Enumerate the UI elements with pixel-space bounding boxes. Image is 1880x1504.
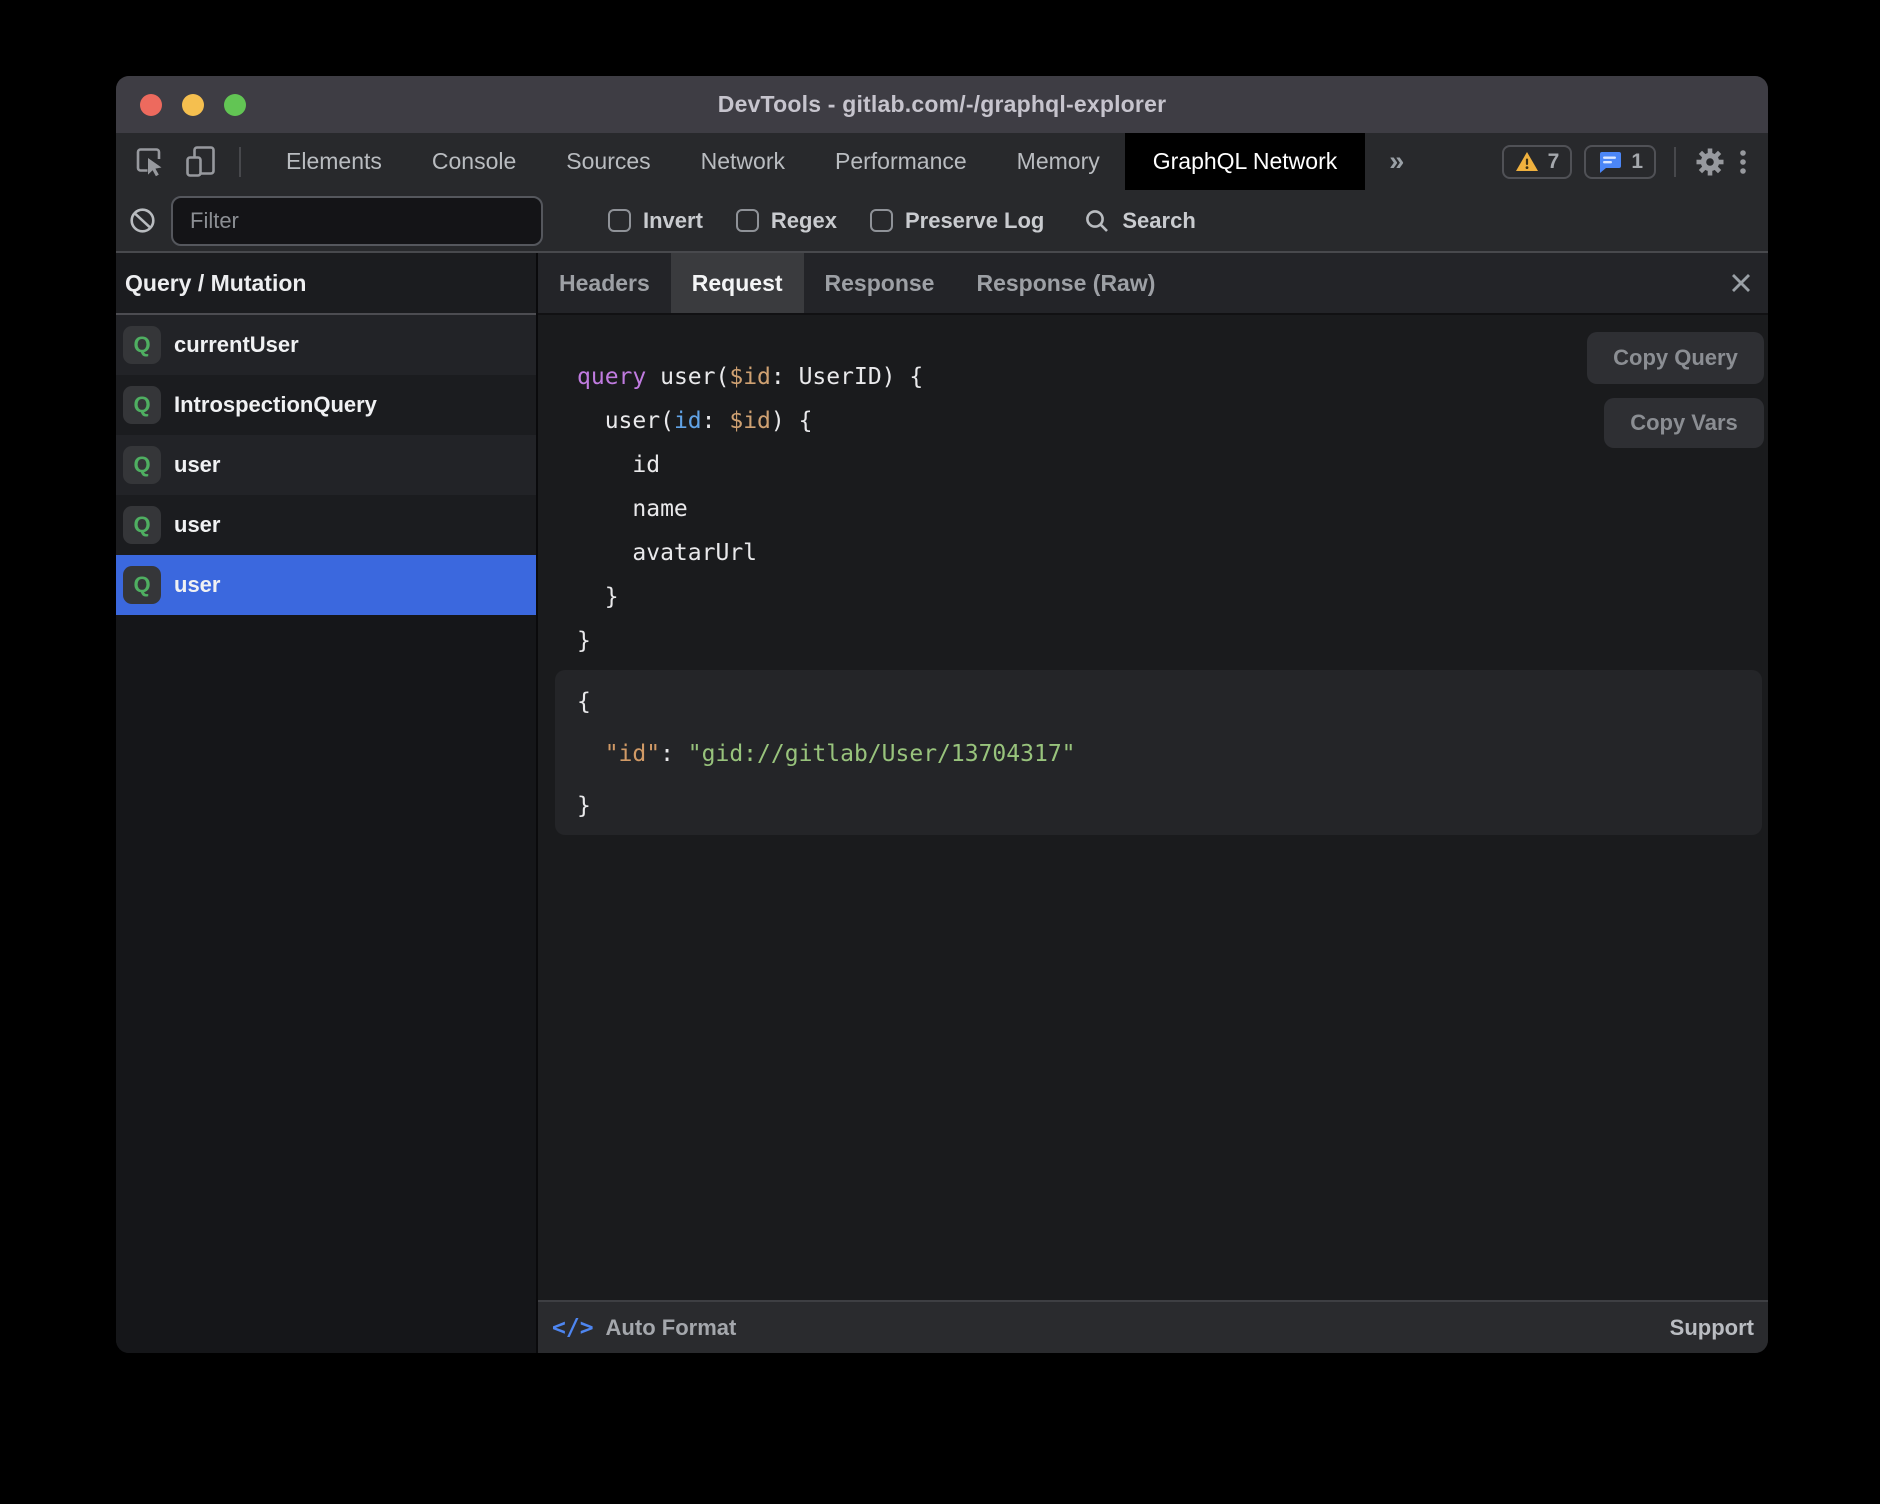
query-type-badge: Q — [123, 566, 161, 604]
issues-badge[interactable]: 1 — [1584, 145, 1656, 179]
code-line: query user($id: UserID) { — [577, 355, 923, 399]
query-name-label: IntrospectionQuery — [174, 392, 377, 418]
settings-gear-icon[interactable] — [1694, 146, 1726, 178]
issues-count: 1 — [1631, 150, 1643, 174]
copy-query-button[interactable]: Copy Query — [1587, 332, 1764, 384]
close-panel-button[interactable] — [1728, 253, 1754, 313]
search-toggle[interactable]: Search — [1084, 208, 1195, 234]
query-list-item[interactable]: Q IntrospectionQuery — [116, 375, 536, 435]
graphql-query-code: query user($id: UserID) { user(id: $id) … — [577, 355, 923, 663]
auto-format-button[interactable]: </> Auto Format — [552, 1315, 736, 1341]
title-bar: DevTools - gitlab.com/-/graphql-explorer — [116, 76, 1768, 133]
close-window-button[interactable] — [140, 94, 162, 116]
detail-tab-response-raw[interactable]: Response (Raw) — [955, 253, 1176, 313]
device-toolbar-icon[interactable] — [185, 146, 219, 178]
panel-footer: </> Auto Format Support — [538, 1300, 1768, 1353]
query-list-item[interactable]: Quser — [116, 495, 536, 555]
request-content: query user($id: UserID) { user(id: $id) … — [538, 315, 1768, 1300]
query-list-item[interactable]: Quser — [116, 555, 536, 615]
checkbox-label: Preserve Log — [905, 208, 1044, 234]
window-title: DevTools - gitlab.com/-/graphql-explorer — [718, 91, 1166, 118]
tab-sources[interactable]: Sources — [541, 133, 675, 190]
code-line: } — [577, 575, 923, 619]
traffic-lights — [140, 76, 246, 133]
code-line: avatarUrl — [577, 531, 923, 575]
query-type-badge: Q — [123, 386, 161, 424]
checkbox-group-invert[interactable]: Invert — [608, 208, 703, 234]
tab-network[interactable]: Network — [676, 133, 810, 190]
tab-elements[interactable]: Elements — [261, 133, 407, 190]
auto-format-label: Auto Format — [606, 1315, 737, 1341]
code-line: } — [577, 619, 923, 663]
query-type-badge: Q — [123, 326, 161, 364]
toolbar-divider — [239, 147, 241, 177]
detail-tab-request[interactable]: Request — [671, 253, 804, 313]
warning-icon — [1515, 151, 1539, 172]
warnings-badge[interactable]: 7 — [1502, 145, 1573, 179]
code-line: id — [577, 443, 923, 487]
query-name-label: currentUser — [174, 332, 299, 358]
request-detail-panel: HeadersRequestResponseResponse (Raw) que… — [538, 253, 1768, 1353]
query-list-item[interactable]: Quser — [116, 435, 536, 495]
query-name-label: user — [174, 512, 220, 538]
checkbox-group-regex[interactable]: Regex — [736, 208, 837, 234]
tab-graphql-network[interactable]: GraphQL Network — [1125, 133, 1366, 190]
code-line: name — [577, 487, 923, 531]
query-name-label: user — [174, 572, 220, 598]
search-label: Search — [1122, 208, 1195, 234]
zoom-window-button[interactable] — [224, 94, 246, 116]
filter-bar: Invert Regex Preserve Log Search — [116, 190, 1768, 253]
toolbar-divider — [1674, 147, 1676, 177]
checkbox-preserve-log[interactable] — [870, 209, 893, 232]
query-list-item[interactable]: QcurrentUser — [116, 315, 536, 375]
copy-vars-button[interactable]: Copy Vars — [1604, 398, 1764, 448]
search-icon — [1084, 208, 1110, 234]
tab-console[interactable]: Console — [407, 133, 541, 190]
code-line: user(id: $id) { — [577, 399, 923, 443]
warnings-count: 7 — [1548, 150, 1560, 174]
code-line: { — [577, 676, 1076, 728]
query-name-label: user — [174, 452, 220, 478]
checkbox-group-preserve-log[interactable]: Preserve Log — [870, 208, 1044, 234]
detail-tab-response[interactable]: Response — [804, 253, 956, 313]
query-list-panel: Query / Mutation QcurrentUserQIntrospect… — [116, 253, 538, 1353]
block-filter-icon[interactable] — [129, 207, 156, 234]
code-line: "id": "gid://gitlab/User/13704317" — [577, 728, 1076, 780]
inspect-element-icon[interactable] — [134, 146, 165, 177]
support-link[interactable]: Support — [1670, 1315, 1754, 1341]
more-tabs-chevron-icon[interactable]: » — [1365, 133, 1428, 190]
variables-json: { "id": "gid://gitlab/User/13704317"} — [577, 676, 1076, 832]
message-icon — [1597, 150, 1622, 174]
tab-performance[interactable]: Performance — [810, 133, 992, 190]
more-options-dots-icon[interactable] — [1738, 146, 1748, 178]
checkbox-regex[interactable] — [736, 209, 759, 232]
query-type-badge: Q — [123, 446, 161, 484]
checkbox-invert[interactable] — [608, 209, 631, 232]
filter-input[interactable] — [171, 196, 543, 246]
variables-box: { "id": "gid://gitlab/User/13704317"} — [555, 670, 1762, 835]
query-type-badge: Q — [123, 506, 161, 544]
code-line: } — [577, 780, 1076, 832]
checkbox-label: Regex — [771, 208, 837, 234]
devtools-window: DevTools - gitlab.com/-/graphql-explorer… — [116, 76, 1768, 1353]
minimize-window-button[interactable] — [182, 94, 204, 116]
query-list-header: Query / Mutation — [116, 253, 536, 315]
detail-tab-headers[interactable]: Headers — [538, 253, 671, 313]
detail-tab-strip: HeadersRequestResponseResponse (Raw) — [538, 253, 1768, 315]
checkbox-label: Invert — [643, 208, 703, 234]
main-tab-strip: ElementsConsoleSourcesNetworkPerformance… — [261, 133, 1365, 190]
tab-memory[interactable]: Memory — [992, 133, 1125, 190]
code-brackets-icon: </> — [552, 1315, 594, 1341]
devtools-tab-bar: ElementsConsoleSourcesNetworkPerformance… — [116, 133, 1768, 190]
